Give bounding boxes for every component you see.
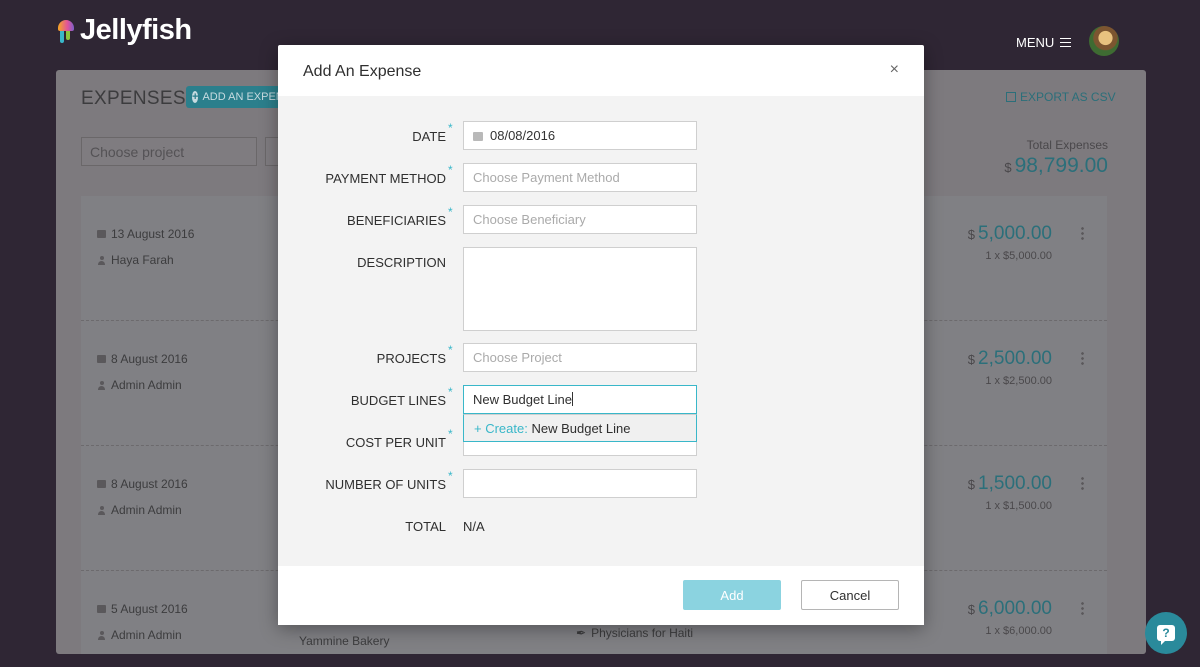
calendar-icon [473,132,483,141]
close-icon[interactable]: × [890,61,899,79]
required-asterisk: * [448,163,453,177]
expense-amount: $6,000.00 [967,598,1052,619]
total-label: TOTAL [405,519,446,534]
expense-unit: 1 x $6,000.00 [985,625,1052,637]
more-options-icon[interactable] [1081,351,1084,365]
page-title: EXPENSES [81,88,186,109]
modal-form: DATE * 08/08/2016 PAYMENT METHOD * Choos… [278,96,924,566]
create-budget-line-option[interactable]: + Create: New Budget Line [463,414,697,442]
plus-circle-icon: + [192,91,199,103]
budget-lines-input[interactable]: New Budget Line [463,385,697,414]
calendar-icon [97,355,106,363]
export-csv-link[interactable]: EXPORT AS CSV [1006,90,1116,104]
total-value: N/A [463,519,485,534]
total-expenses-value: $98,799.00 [1004,154,1108,178]
create-value: New Budget Line [531,421,631,436]
payment-method-label: PAYMENT METHOD [325,171,446,186]
more-options-icon[interactable] [1081,601,1084,615]
required-asterisk: * [448,427,453,441]
cost-per-unit-label: COST PER UNIT [345,435,446,450]
add-expense-modal: Add An Expense × DATE * 08/08/2016 PAYME… [278,45,924,625]
budget-lines-value: New Budget Line [473,392,573,407]
hamburger-icon [1060,38,1072,47]
jellyfish-logo-icon [57,18,75,44]
expense-vendor: Yammine Bakery [299,634,390,648]
add-button[interactable]: Add [683,580,781,610]
calendar-icon [97,605,106,613]
export-icon [1006,92,1016,102]
expense-date: 8 August 2016 [111,477,188,491]
total-amount: 98,799.00 [1014,154,1108,177]
payment-method-select[interactable]: Choose Payment Method [463,163,697,192]
calendar-icon [97,480,106,488]
required-asterisk: * [448,205,453,219]
beneficiaries-placeholder: Choose Beneficiary [473,212,586,227]
budget-lines-label: BUDGET LINES [350,393,446,408]
user-avatar[interactable] [1089,26,1119,56]
total-expenses-label: Total Expenses [1026,138,1108,152]
menu-button[interactable]: MENU [1016,35,1072,50]
modal-title: Add An Expense [303,63,422,80]
date-label: DATE [412,129,446,144]
jellyfish-logo[interactable]: Jellyfish [57,14,192,47]
help-chat-button[interactable]: ? [1145,612,1187,654]
expense-unit: 1 x $2,500.00 [985,375,1052,387]
beneficiaries-label: BENEFICIARIES [347,213,446,228]
text-caret [572,392,574,406]
project-filter[interactable]: Choose project [81,137,257,166]
expense-date: 8 August 2016 [111,352,188,366]
projects-label: PROJECTS [376,351,446,366]
total-currency: $ [1004,160,1012,175]
pin-icon: ✒ [576,626,587,640]
required-asterisk: * [448,121,453,135]
expense-amount: $2,500.00 [967,348,1052,369]
expense-amount: $5,000.00 [967,223,1052,244]
help-icon: ? [1157,625,1175,645]
person-icon [97,630,106,640]
required-asterisk: * [448,469,453,483]
beneficiaries-select[interactable]: Choose Beneficiary [463,205,697,234]
expense-unit: 1 x $5,000.00 [985,250,1052,262]
projects-select[interactable]: Choose Project [463,343,697,372]
expense-date: 5 August 2016 [111,602,188,616]
payment-method-placeholder: Choose Payment Method [473,170,620,185]
expense-unit: 1 x $1,500.00 [985,500,1052,512]
cancel-button[interactable]: Cancel [801,580,899,610]
expense-person: Admin Admin [111,628,182,642]
date-value: 08/08/2016 [490,128,556,143]
more-options-icon[interactable] [1081,226,1084,240]
description-label: DESCRIPTION [357,255,446,270]
expense-person: Admin Admin [111,378,182,392]
create-prefix: + Create: [474,421,528,436]
expense-project: Physicians for Haiti [591,626,694,640]
modal-footer: Add Cancel [278,566,924,625]
menu-label: MENU [1016,35,1055,50]
projects-placeholder: Choose Project [473,350,562,365]
calendar-icon [97,230,106,238]
expense-person: Haya Farah [111,253,174,267]
more-options-icon[interactable] [1081,476,1084,490]
date-input[interactable]: 08/08/2016 [463,121,697,150]
app-name: Jellyfish [80,14,192,46]
person-icon [97,505,106,515]
expense-date: 13 August 2016 [111,227,195,241]
person-icon [97,255,106,265]
person-icon [97,380,106,390]
project-filter-placeholder: Choose project [90,144,185,160]
required-asterisk: * [448,343,453,357]
number-of-units-input[interactable] [463,469,697,498]
expense-amount: $1,500.00 [967,473,1052,494]
number-of-units-label: NUMBER OF UNITS [325,477,446,492]
expense-person: Admin Admin [111,503,182,517]
export-label: EXPORT AS CSV [1020,90,1116,104]
required-asterisk: * [448,385,453,399]
description-textarea[interactable] [463,247,697,331]
